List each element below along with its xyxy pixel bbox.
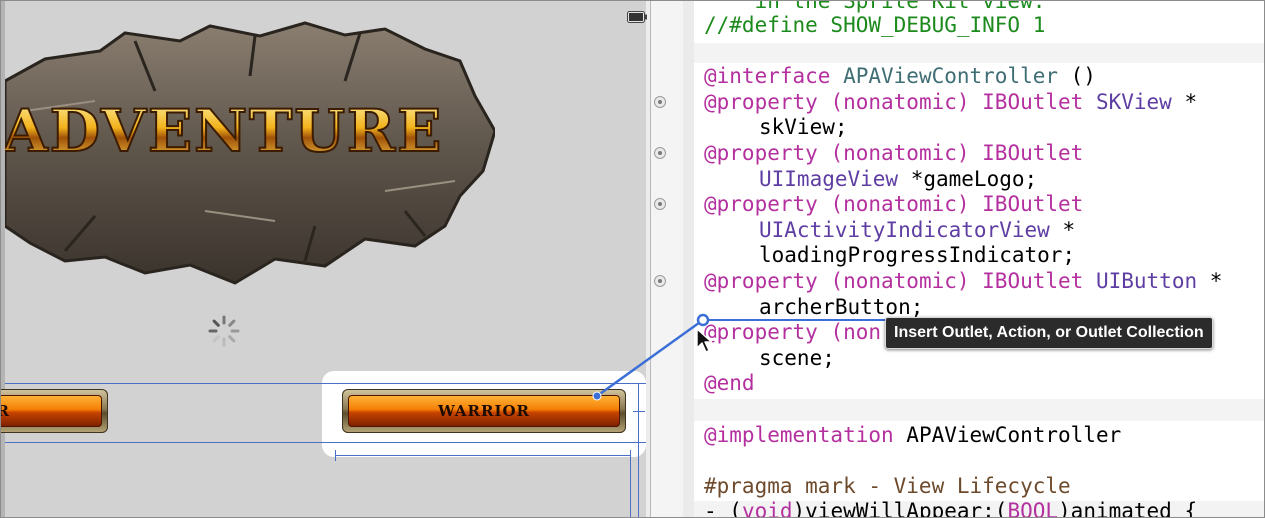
keyword: @property: [704, 269, 818, 293]
constraint-cap-left: [335, 450, 336, 461]
type-name: UIImageView: [759, 167, 899, 191]
code-line: @property (nonatomic) IBOutlet SKView *: [704, 90, 1197, 115]
type-name: SKView: [1083, 90, 1172, 114]
code-text: loadingProgressIndicator;: [759, 243, 1076, 267]
code-line: //#define SHOW_DEBUG_INFO 1: [704, 13, 1045, 38]
keyword: @property: [704, 320, 818, 344]
keyword: @implementation: [704, 423, 894, 447]
code-text: APAViewController: [893, 423, 1122, 447]
comment-text: in the Sprite Kit view.: [704, 0, 1046, 13]
keyword: void: [741, 499, 793, 518]
type-name: UIButton: [1083, 269, 1198, 293]
xcode-assistant-editor: ADVENTURE R WARRIOR: [0, 0, 1265, 518]
keyword: (nonatomic): [817, 269, 970, 293]
keyword: @property: [704, 141, 818, 165]
trailing-constraint[interactable]: [630, 461, 631, 517]
code-line: @property (nonatomic) IBOutlet UIButton …: [704, 269, 1222, 294]
code-line: @property (nonatomic) IBOutlet: [704, 192, 1083, 217]
keyword: @property: [704, 90, 818, 114]
outlet-connection-dot-gamelogo[interactable]: [654, 147, 666, 159]
code-line: loadingProgressIndicator;: [759, 243, 1075, 268]
code-text: - (: [704, 499, 742, 518]
class-name: APAViewController: [830, 64, 1059, 88]
code-line: - (void)viewWillAppear:(BOOL)animated {: [704, 499, 1198, 518]
code-text: *: [1197, 269, 1223, 293]
activity-indicator-icon[interactable]: [206, 313, 242, 349]
keyword: @end: [704, 371, 755, 395]
code-text: archerButton;: [759, 295, 924, 319]
insertion-indicator-line: [701, 319, 887, 321]
keyword: @interface: [704, 64, 831, 88]
game-logo-image[interactable]: ADVENTURE: [5, 21, 495, 286]
keyword: IBOutlet: [969, 90, 1084, 114]
warrior-button[interactable]: WARRIOR: [342, 389, 626, 433]
code-text: skView;: [759, 115, 848, 139]
code-text: )animated {: [1058, 499, 1198, 518]
keyword: (nonatomic): [817, 90, 970, 114]
keyword: (nonatomic): [817, 141, 970, 165]
outlet-connection-dot-skview[interactable]: [654, 96, 666, 108]
code-line: @interface APAViewController (): [704, 64, 1096, 89]
archer-button-label: R: [1, 389, 108, 433]
code-text: *gameLogo;: [898, 167, 1038, 191]
code-text: *: [1171, 90, 1198, 114]
layout-guide-bottom: [5, 442, 646, 443]
code-text: scene;: [759, 346, 835, 370]
keyword: (nonatomic): [817, 192, 970, 216]
code-line: skView;: [759, 115, 848, 140]
storyboard-canvas[interactable]: ADVENTURE R WARRIOR: [1, 1, 650, 517]
code-line: @end: [704, 371, 755, 396]
trailing-guide: [638, 383, 639, 517]
code-line: @implementation APAViewController: [704, 423, 1121, 448]
code-line: @property (nonatomic) IBOutlet: [704, 141, 1083, 166]
keyword: IBOutlet: [969, 192, 1084, 216]
code-text: *: [1049, 218, 1076, 242]
code-fold-band: [694, 399, 1264, 421]
keyword: IBOutlet: [969, 269, 1084, 293]
insert-outlet-tooltip: Insert Outlet, Action, or Outlet Collect…: [885, 317, 1213, 349]
comment-text: //#define SHOW_DEBUG_INFO 1: [704, 13, 1046, 37]
pragma-text: #pragma mark - View Lifecycle: [704, 474, 1071, 498]
outlet-connection-dot-archer[interactable]: [654, 275, 666, 287]
keyword: (non: [817, 320, 882, 344]
layout-guide-top: [5, 383, 646, 384]
code-fold-band: [694, 43, 1264, 63]
code-line: scene;: [759, 346, 835, 371]
code-line: UIImageView *gameLogo;: [759, 167, 1037, 192]
width-constraint[interactable]: [335, 455, 631, 456]
constraint-cap-right: [630, 450, 631, 461]
code-line: @property (non: [704, 320, 881, 345]
code-text: (): [1058, 64, 1096, 88]
mouse-pointer-icon: [696, 328, 713, 353]
gutter-separator: [683, 1, 694, 517]
trailing-guide-tick: [633, 411, 645, 412]
keyword: IBOutlet: [969, 141, 1084, 165]
code-line: #pragma mark - View Lifecycle: [704, 474, 1071, 499]
archer-button[interactable]: R: [1, 389, 108, 433]
keyword: @property: [704, 192, 818, 216]
battery-icon: [627, 11, 647, 23]
warrior-button-label: WARRIOR: [437, 402, 530, 420]
logo-text: ADVENTURE: [5, 97, 443, 165]
type-name: UIActivityIndicatorView: [759, 218, 1050, 242]
keyword: BOOL: [1007, 499, 1059, 518]
code-line: in the Sprite Kit view.: [704, 0, 1046, 14]
outlet-connection-dot-loading[interactable]: [654, 198, 666, 210]
code-text: )viewWillAppear:(: [792, 499, 1008, 518]
code-line: UIActivityIndicatorView *: [759, 218, 1075, 243]
